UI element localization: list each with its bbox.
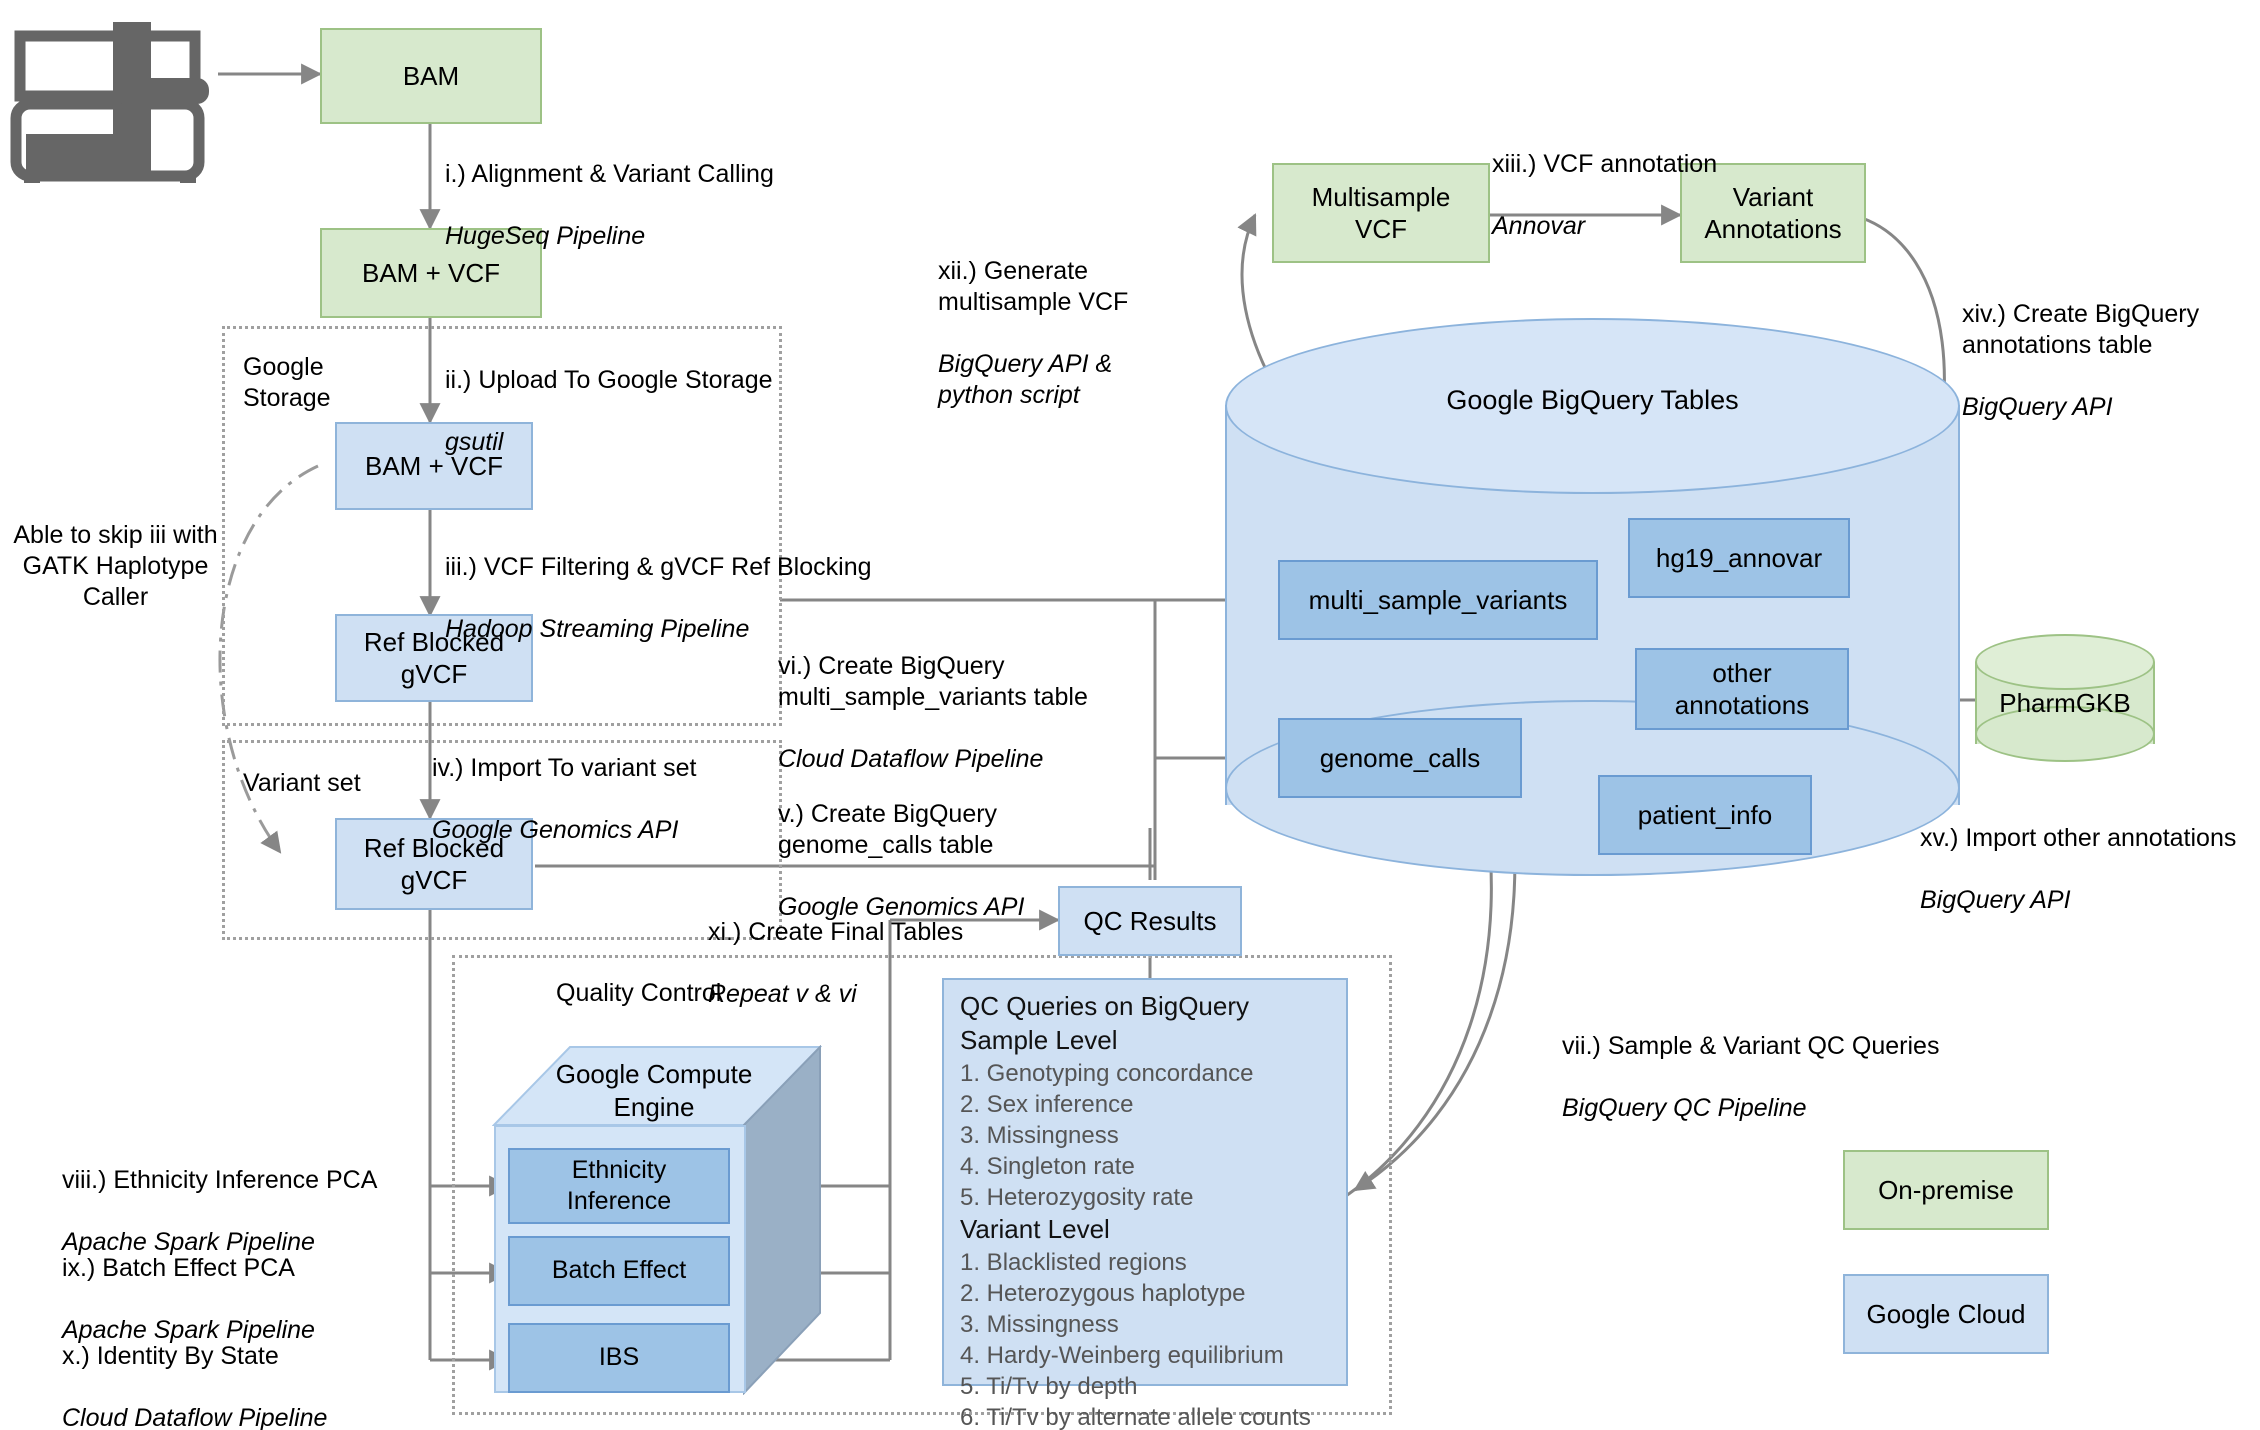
step-v-title: v.) Create BigQuery genome_calls table [778,800,998,859]
qc-sample-item: 5. Heterozygosity rate [960,1183,1194,1211]
step-xii-tool: BigQuery API & python script [938,350,1113,409]
qc-variant-item: 4. Hardy-Weinberg equilibrium [960,1342,1284,1370]
step-vii-annotation: vii.) Sample & Variant QC Queries BigQue… [1562,1000,1939,1155]
step-x-tool: Cloud Dataflow Pipeline [62,1404,328,1430]
legend-on-premise: On-premise [1843,1150,2049,1230]
step-xii-annotation: xii.) Generate multisample VCF BigQuery … [938,225,1128,442]
compute-job-ethnicity-inference: Ethnicity Inference [508,1148,730,1224]
step-vii-tool: BigQuery QC Pipeline [1562,1094,1807,1122]
step-viii-title: viii.) Ethnicity Inference PCA [62,1166,378,1194]
bigquery-cylinder-top: Google BigQuery Tables [1225,318,1960,494]
step-x-annotation: x.) Identity By State Cloud Dataflow Pip… [62,1310,327,1430]
step-iv-title: iv.) Import To variant set [432,754,697,782]
qc-sample-item: 2. Sex inference [960,1090,1134,1118]
qc-queries-panel: QC Queries on BigQuery Sample Level 1. G… [942,978,1348,1430]
bq-table-genome-calls: genome_calls [1278,718,1522,798]
node-multisample-vcf: Multisample VCF [1272,163,1490,263]
qc-sample-item: 1. Genotyping concordance [960,1059,1254,1087]
bigquery-cylinder-label: Google BigQuery Tables [1446,384,1739,415]
step-i-tool: HugeSeq Pipeline [445,222,646,250]
qc-variant-item: 1. Blacklisted regions [960,1248,1187,1276]
step-xiii-annotation: xiii.) VCF annotation Annovar [1492,118,1717,273]
qc-variant-item: 3. Missingness [960,1310,1119,1338]
step-iv-annotation: iv.) Import To variant set Google Genomi… [432,722,696,877]
step-xiii-title: xiii.) VCF annotation [1492,150,1718,178]
step-vi-title: vi.) Create BigQuery multi_sample_varian… [778,652,1088,711]
compute-job-batch-effect: Batch Effect [508,1236,730,1306]
step-vi-annotation: vi.) Create BigQuery multi_sample_varian… [778,620,1088,806]
step-i-annotation: i.) Alignment & Variant Calling HugeSeq … [445,128,774,283]
step-iv-tool: Google Genomics API [432,816,679,844]
step-xiv-annotation: xiv.) Create BigQuery annotations table … [1962,268,2199,454]
legend-google-cloud: Google Cloud [1843,1274,2049,1354]
bq-table-hg19-annovar: hg19_annovar [1628,518,1850,598]
step-ii-title: ii.) Upload To Google Storage [445,366,773,394]
step-xii-title: xii.) Generate multisample VCF [938,257,1129,316]
node-bam: BAM [320,28,542,124]
qc-variant-item: 2. Heterozygous haplotype [960,1279,1246,1307]
node-qc-results: QC Results [1058,886,1242,956]
google-storage-label: Google Storage [243,353,331,412]
workflow-diagram: Google Storage Variant set Quality Contr… [0,0,2260,1430]
qc-sample-level-header: Sample Level [960,1024,1118,1055]
step-xiii-tool: Annovar [1492,212,1586,240]
qc-panel-title: QC Queries on BigQuery [960,991,1250,1021]
step-ii-tool: gsutil [445,428,504,456]
qc-variant-item: 6. Ti/Tv by alternate allele counts [960,1404,1311,1430]
bq-table-multi-sample-variants: multi_sample_variants [1278,560,1598,640]
bq-table-other-annotations: other annotations [1635,648,1849,730]
step-iii-title: iii.) VCF Filtering & gVCF Ref Blocking [445,553,872,581]
qc-sample-item: 4. Singleton rate [960,1152,1135,1180]
compute-engine-title: Google Compute Engine [555,1059,753,1122]
bq-table-patient-info: patient_info [1598,775,1812,855]
sequencer-icon [8,8,213,188]
compute-job-ibs: IBS [508,1323,730,1393]
step-xv-title: xv.) Import other annotations [1920,824,2237,852]
step-vi-tool: Cloud Dataflow Pipeline [778,745,1044,773]
step-i-title: i.) Alignment & Variant Calling [445,160,774,188]
step-xiv-title: xiv.) Create BigQuery annotations table [1962,300,2200,359]
step-xi-title: xi.) Create Final Tables [708,918,964,946]
pharmgkb-cylinder-top [1975,634,2155,690]
step-ix-title: ix.) Batch Effect PCA [62,1254,295,1282]
quality-control-label: Quality Control [556,979,722,1007]
step-xv-tool: BigQuery API [1920,886,2071,914]
variant-set-label: Variant set [243,769,361,797]
qc-sample-item: 3. Missingness [960,1121,1119,1149]
qc-variant-level-header: Variant Level [960,1213,1110,1244]
step-xiv-tool: BigQuery API [1962,393,2113,421]
step-vii-title: vii.) Sample & Variant QC Queries [1562,1032,1940,1060]
qc-variant-item: 5. Ti/Tv by depth [960,1373,1138,1401]
step-xi-annotation: xi.) Create Final Tables Repeat v & vi [708,886,963,1041]
step-ii-annotation: ii.) Upload To Google Storage gsutil [445,334,773,489]
step-x-title: x.) Identity By State [62,1342,279,1370]
pharmgkb-label: PharmGKB [1999,687,2131,718]
step-xv-annotation: xv.) Import other annotations BigQuery A… [1920,792,2236,947]
step-xi-tool: Repeat v & vi [708,980,857,1008]
skip-iii-note: Able to skip iii with GATK Haplotype Cal… [13,521,218,611]
